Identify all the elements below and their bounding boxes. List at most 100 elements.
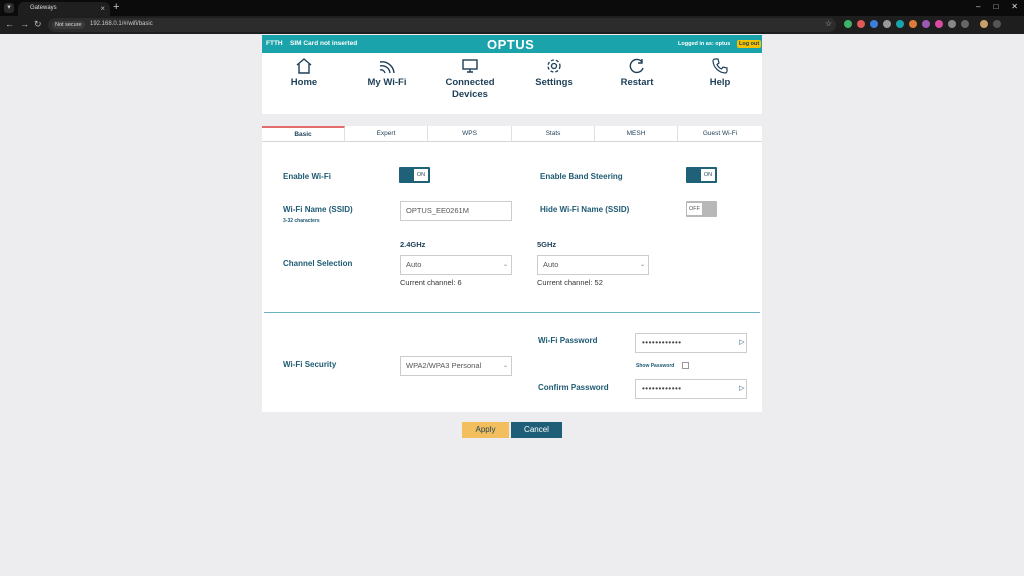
show-password-checkbox[interactable] <box>682 362 689 369</box>
browser-tab[interactable]: Gateways × <box>18 2 110 16</box>
optus-logo: OPTUS <box>487 37 535 52</box>
band-steering-label: Enable Band Steering <box>540 172 623 181</box>
nav-my-wifi[interactable]: My Wi-Fi <box>347 57 427 89</box>
channel-5-select[interactable]: Auto ⌄ <box>537 255 649 275</box>
tab-wps[interactable]: WPS <box>428 126 512 142</box>
extension-icon[interactable] <box>935 20 943 28</box>
band-24-title: 2.4GHz <box>400 240 426 249</box>
channel-24-select[interactable]: Auto ⌄ <box>400 255 512 275</box>
url-text[interactable]: 192.168.0.1/#/wifi/basic <box>90 21 153 27</box>
nav-settings[interactable]: Settings <box>514 57 594 89</box>
wifi-tabs: Basic Expert WPS Stats MESH Guest Wi-Fi <box>262 126 762 142</box>
show-confirm-password-icon[interactable]: ▷ <box>739 380 745 398</box>
hide-ssid-state: OFF <box>687 203 702 215</box>
confirm-password-label: Confirm Password <box>538 383 609 392</box>
address-bar: ← → ↻ Not secure 192.168.0.1/#/wifi/basi… <box>0 16 1024 34</box>
band-5-title: 5GHz <box>537 240 557 249</box>
monitor-icon <box>462 59 478 73</box>
extension-icon[interactable] <box>870 20 878 28</box>
logged-in-label: Logged in as: optus <box>678 41 731 47</box>
wifi-basic-panel: Enable Wi-Fi ON Enable Band Steering ON … <box>262 142 762 412</box>
top-strip: FTTH SIM Card not inserted OPTUS Logged … <box>262 35 762 53</box>
nav-help[interactable]: Help <box>680 57 760 89</box>
tab-basic[interactable]: Basic <box>262 126 345 142</box>
channel-5-value: Auto <box>543 260 559 269</box>
nav-connected-devices-line2: Devices <box>452 89 488 100</box>
wifi-password-label: Wi-Fi Password <box>538 336 598 345</box>
extension-icon[interactable] <box>857 20 865 28</box>
tab-search-icon[interactable]: ▾ <box>4 3 14 13</box>
wifi-icon <box>379 61 395 74</box>
tab-title: Gateways <box>30 5 57 11</box>
enable-wifi-toggle[interactable]: ON <box>399 167 430 183</box>
nav-home-label: Home <box>290 77 318 88</box>
ssid-label: Wi-Fi Name (SSID) <box>283 205 353 214</box>
nav-home[interactable]: Home <box>264 57 344 89</box>
band-steering-state: ON <box>701 169 715 181</box>
nav-connected-devices-line1: Connected <box>445 77 495 88</box>
ssid-input[interactable]: OPTUS_EE0261M <box>400 201 512 221</box>
wifi-security-select[interactable]: WPA2/WPA3 Personal ⌄ <box>400 356 512 376</box>
cancel-button[interactable]: Cancel <box>511 422 562 438</box>
ssid-hint: 3-32 characters <box>283 218 320 224</box>
wifi-security-label: Wi-Fi Security <box>283 360 337 369</box>
extension-icon[interactable] <box>883 20 891 28</box>
extension-icon[interactable] <box>922 20 930 28</box>
band-steering-toggle[interactable]: ON <box>686 167 717 183</box>
enable-wifi-state: ON <box>414 169 428 181</box>
wifi-security-value: WPA2/WPA3 Personal <box>406 361 482 370</box>
sidebar-icon[interactable] <box>961 20 969 28</box>
wifi-password-value: •••••••••••• <box>642 338 682 347</box>
chevron-down-icon: ⌄ <box>502 262 508 268</box>
section-divider <box>264 312 760 313</box>
maximize-icon[interactable]: □ <box>993 2 998 11</box>
nav-settings-label: Settings <box>535 77 573 88</box>
close-window-icon[interactable]: ✕ <box>1011 2 1018 11</box>
connection-type: FTTH <box>266 40 283 47</box>
hide-ssid-toggle[interactable]: OFF <box>686 201 717 217</box>
current-channel-5: Current channel: 52 <box>537 278 603 287</box>
bookmark-star-icon[interactable]: ☆ <box>825 19 832 28</box>
extensions-puzzle-icon[interactable] <box>948 20 956 28</box>
confirm-password-value: •••••••••••• <box>642 384 682 393</box>
nav-connected-devices[interactable]: Connected Devices <box>430 57 510 101</box>
nav-help-label: Help <box>709 77 731 88</box>
current-channel-24: Current channel: 6 <box>400 278 462 287</box>
reload-icon[interactable]: ↻ <box>34 19 42 30</box>
nav-connected-devices-label: Connected Devices <box>430 77 510 101</box>
show-password-icon[interactable]: ▷ <box>739 334 745 352</box>
menu-icon[interactable] <box>993 20 1001 28</box>
url-field[interactable]: Not secure 192.168.0.1/#/wifi/basic ☆ <box>48 18 836 32</box>
security-badge[interactable]: Not secure <box>52 21 85 29</box>
tab-expert[interactable]: Expert <box>345 126 428 142</box>
hide-ssid-label: Hide Wi-Fi Name (SSID) <box>540 205 630 214</box>
channel-24-value: Auto <box>406 260 422 269</box>
sim-status: SIM Card not inserted <box>290 40 358 47</box>
show-password-label: Show Password <box>636 363 675 369</box>
wifi-password-input[interactable]: •••••••••••• ▷ <box>635 333 747 353</box>
close-tab-icon[interactable]: × <box>100 4 105 13</box>
restart-icon <box>629 58 644 74</box>
extension-icon[interactable] <box>909 20 917 28</box>
tab-stats[interactable]: Stats <box>512 126 595 142</box>
profile-avatar[interactable] <box>980 20 988 28</box>
window-controls: – □ ✕ <box>976 2 1018 11</box>
tab-mesh[interactable]: MESH <box>595 126 678 142</box>
apply-button[interactable]: Apply <box>462 422 509 438</box>
chevron-down-icon: ⌄ <box>502 363 508 369</box>
enable-wifi-label: Enable Wi-Fi <box>283 172 331 181</box>
nav-my-wifi-label: My Wi-Fi <box>367 77 407 88</box>
chevron-down-icon: ⌄ <box>639 262 645 268</box>
nav-restart[interactable]: Restart <box>597 57 677 89</box>
new-tab-icon[interactable]: + <box>113 1 119 13</box>
back-icon[interactable]: ← <box>5 19 14 29</box>
minimize-icon[interactable]: – <box>976 2 980 11</box>
channel-selection-label: Channel Selection <box>283 259 353 268</box>
confirm-password-input[interactable]: •••••••••••• ▷ <box>635 379 747 399</box>
logout-button[interactable]: Log out <box>737 40 762 48</box>
forward-icon[interactable]: → <box>20 19 29 29</box>
gear-icon <box>547 59 561 73</box>
extension-icon[interactable] <box>844 20 852 28</box>
tab-guest-wifi[interactable]: Guest Wi-Fi <box>678 126 762 142</box>
extension-icon[interactable] <box>896 20 904 28</box>
